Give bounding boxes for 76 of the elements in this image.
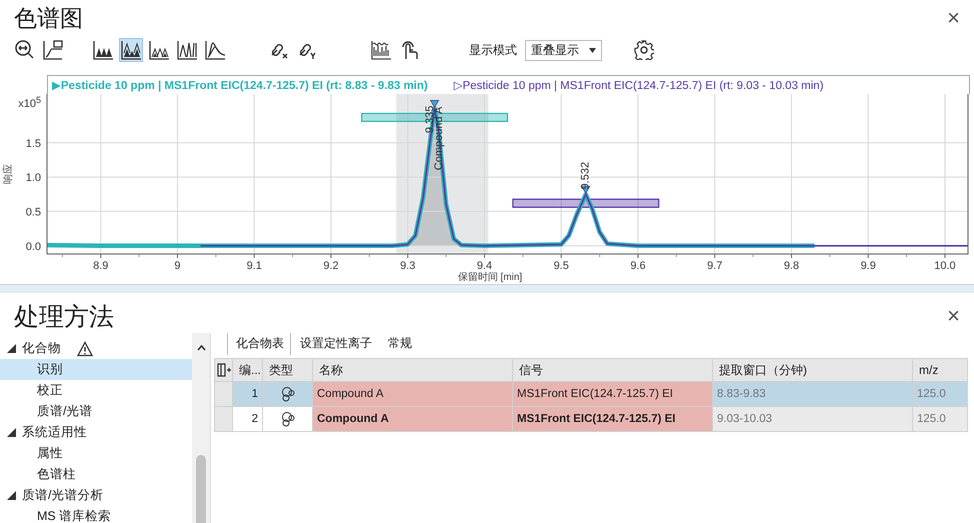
x-tick-label: 9.3	[400, 260, 416, 272]
y-axis-title: 响应	[3, 164, 14, 184]
x-axis-title: 保留时间 [min]	[458, 272, 522, 283]
add-column-icon[interactable]	[216, 362, 232, 378]
extraction-window[interactable]	[512, 198, 660, 208]
expanded-triangle-icon[interactable]	[7, 344, 16, 353]
tree-label: 质谱/光谱分析	[22, 487, 104, 504]
table-cell: 2	[232, 406, 262, 432]
table-cell: Compound A	[312, 406, 512, 432]
tree-item[interactable]: 化合物	[0, 338, 192, 359]
y-tick-label: 0.0	[26, 240, 41, 253]
peaks-offset-tool-icon[interactable]	[203, 38, 227, 62]
column-header[interactable]: 名称	[312, 358, 512, 382]
x-tick-label: 9.1	[246, 260, 262, 272]
peak-label: Compound A	[433, 106, 446, 170]
display-mode-label: 显示模式	[469, 42, 517, 58]
y-axis-multiplier: x10$^{5}$	[18, 95, 41, 110]
expanded-triangle-icon[interactable]	[7, 491, 16, 500]
table-cell: Compound A	[312, 382, 512, 406]
tree-item[interactable]: 质谱/光谱分析	[0, 485, 192, 506]
column-header[interactable]: 编...	[232, 358, 262, 382]
table-cell: 1	[232, 382, 262, 406]
tree-label: 系统适用性	[22, 424, 87, 441]
x-tick-label: 8.9	[93, 260, 108, 272]
settings-icon[interactable]	[634, 40, 654, 60]
tree-item[interactable]: 系统适用性	[0, 422, 192, 443]
x-tick-label: 9.9	[860, 260, 876, 272]
panel-title: 色谱图	[14, 4, 83, 32]
tree-item[interactable]: 校正	[0, 380, 192, 401]
peak-label: 9.532	[580, 162, 592, 190]
peaks-overlay-tool-icon[interactable]	[119, 38, 143, 62]
table-cell: MS1Front EIC(124.7-125.7) EI	[512, 382, 712, 406]
x-tick-label: 10.0	[934, 260, 956, 272]
close-button[interactable]: ×	[947, 305, 960, 327]
table-cell: 8.83-9.83	[712, 382, 912, 406]
y-tick-label: 0.5	[26, 206, 41, 218]
x-tick-label: 9.6	[630, 260, 646, 272]
tree-item[interactable]: 属性	[0, 443, 192, 464]
column-header[interactable]: 提取窗口（分钟)	[712, 358, 912, 382]
tab[interactable]: 常规	[379, 333, 419, 355]
column-header[interactable]: m/z	[912, 358, 968, 382]
legend-entry[interactable]: ▷Pesticide 10 ppm | MS1Front EIC(124.7-125.7) EI (rt: 9.03 - 10.03 min)	[454, 78, 824, 92]
stack-chart-tool-icon[interactable]	[369, 38, 393, 62]
scrollbar-thumb[interactable]	[196, 455, 206, 523]
tree-label: 化合物	[22, 340, 61, 357]
column-header[interactable]: 信号	[512, 358, 712, 382]
column-header[interactable]: 类型	[262, 358, 312, 382]
peaks-lines-tool-icon[interactable]	[175, 38, 199, 62]
display-mode-dropdown[interactable]: 重叠显示	[525, 40, 602, 60]
tab[interactable]: 化合物表	[227, 333, 291, 355]
x-tick-label: 9.7	[707, 260, 722, 272]
tree-item[interactable]: 识别	[0, 359, 192, 380]
peak-label: 9.335	[424, 106, 436, 134]
expanded-triangle-icon[interactable]	[7, 428, 16, 437]
table-cell: 125.0	[912, 406, 968, 432]
tree-item[interactable]: MS 谱库检索	[0, 506, 192, 523]
y-tick-label: 1.0	[26, 172, 41, 184]
tree-item[interactable]: 质谱/光谱	[0, 401, 192, 422]
baseline-tool-icon[interactable]	[41, 38, 65, 62]
panel-title: 处理方法	[14, 302, 114, 333]
x-tick-label: 9.4	[476, 260, 492, 272]
close-button[interactable]: ×	[947, 7, 960, 29]
x-tick-label: 9.2	[323, 260, 339, 272]
tab[interactable]: 设置定性离子	[291, 333, 379, 355]
peaks-outline-tool-icon[interactable]	[147, 38, 171, 62]
table-cell: 9.03-10.03	[712, 406, 912, 432]
x-tick-label: 9	[174, 260, 181, 272]
dropdown-caret-icon[interactable]	[589, 48, 596, 52]
y-tick-label: 1.5	[26, 138, 41, 150]
x-tick-label: 9.5	[554, 260, 569, 272]
peaks-filled-tool-icon[interactable]	[91, 38, 115, 62]
table-cell: 125.0	[912, 382, 968, 406]
scroll-up-icon[interactable]	[196, 345, 206, 351]
table-cell: MS1Front EIC(124.7-125.7) EI	[512, 406, 712, 432]
tree-item[interactable]: 色谱柱	[0, 464, 192, 485]
x-tick-label: 9.8	[784, 260, 800, 272]
